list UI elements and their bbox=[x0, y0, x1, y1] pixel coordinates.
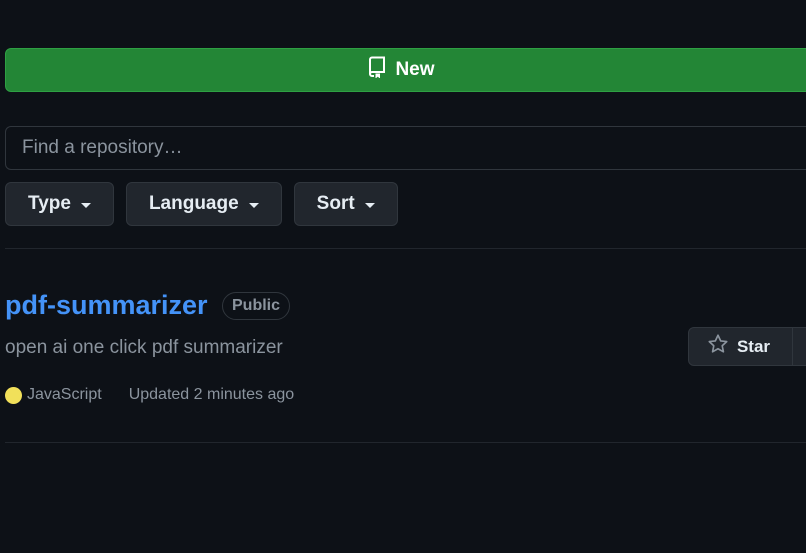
find-repository-input[interactable] bbox=[5, 126, 806, 170]
type-filter-label: Type bbox=[28, 193, 71, 214]
repo-name-link[interactable]: pdf-summarizer bbox=[5, 290, 208, 321]
divider bbox=[5, 442, 806, 443]
star-button[interactable]: Star bbox=[688, 327, 806, 366]
sort-filter-label: Sort bbox=[316, 193, 355, 214]
repo-description: open ai one click pdf summarizer bbox=[5, 337, 283, 358]
type-filter-button[interactable]: Type bbox=[5, 182, 114, 226]
repo-meta: JavaScript Updated 2 minutes ago bbox=[5, 386, 294, 404]
star-button-main[interactable]: Star bbox=[689, 328, 793, 365]
repo-icon bbox=[367, 56, 387, 84]
caret-down-icon bbox=[248, 202, 259, 208]
caret-down-icon bbox=[364, 202, 375, 208]
repo-language: JavaScript bbox=[27, 386, 102, 403]
new-repository-button[interactable]: New bbox=[5, 48, 806, 92]
sort-filter-button[interactable]: Sort bbox=[293, 182, 398, 226]
filter-bar: Type Language Sort bbox=[5, 182, 398, 226]
star-label: Star bbox=[736, 336, 771, 356]
repositories-page: New Type Language Sort pdf-summarizer Pu… bbox=[0, 0, 806, 553]
repo-updated: Updated 2 minutes ago bbox=[128, 386, 295, 403]
caret-down-icon bbox=[80, 202, 91, 208]
visibility-badge: Public bbox=[222, 292, 291, 320]
language-color-dot bbox=[5, 386, 22, 404]
divider bbox=[5, 248, 806, 249]
star-icon bbox=[707, 333, 729, 360]
language-filter-button[interactable]: Language bbox=[125, 182, 282, 226]
new-button-label: New bbox=[395, 59, 435, 80]
language-filter-label: Language bbox=[148, 193, 239, 214]
